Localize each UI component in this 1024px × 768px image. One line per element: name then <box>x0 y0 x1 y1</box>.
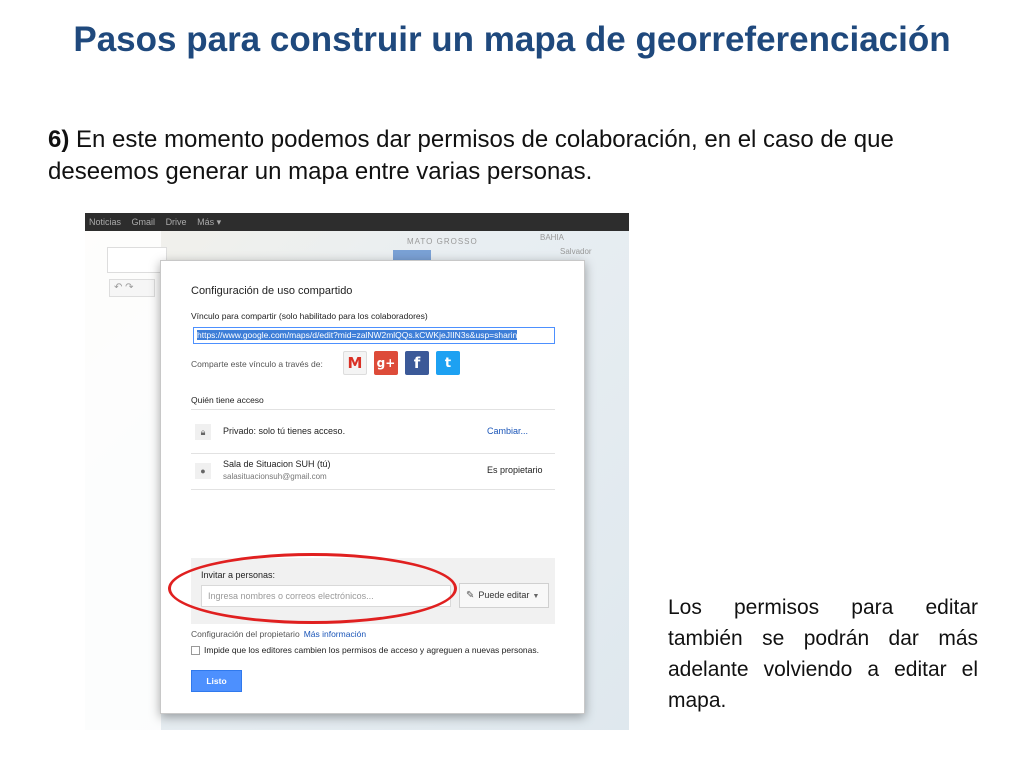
owner-restriction-checkbox[interactable] <box>191 645 200 655</box>
undo-redo-controls[interactable]: ↶ ↷ <box>109 279 155 297</box>
step-instruction: 6) En este momento podemos dar permisos … <box>48 124 978 188</box>
google-top-bar: Noticias Gmail Drive Más ▾ <box>85 213 629 231</box>
owner-role: Es propietario <box>487 465 543 475</box>
share-icons-group: M g+ f t <box>343 351 460 375</box>
access-row-owner: ● Sala de Situacion SUH (tú) salasituaci… <box>191 457 555 493</box>
slide-title: Pasos para construir un mapa de georrefe… <box>73 20 951 59</box>
pencil-icon: ✎ <box>466 590 475 601</box>
owner-email: salasituacionsuh@gmail.com <box>223 472 327 481</box>
access-row-private: 🔒︎ Privado: solo tú tienes acceso. Cambi… <box>191 413 555 449</box>
access-row-text: Privado: solo tú tienes acceso. <box>223 426 346 436</box>
sharing-settings-dialog: Configuración de uso compartido Vínculo … <box>160 260 585 714</box>
facebook-icon[interactable]: f <box>405 351 429 375</box>
map-city-label: Salvador <box>560 247 592 256</box>
step-description: En este momento podemos dar permisos de … <box>48 126 894 185</box>
topbar-item-gmail[interactable]: Gmail <box>132 217 156 227</box>
gmail-icon[interactable]: M <box>343 351 367 375</box>
owner-name: Sala de Situacion SUH (tú) <box>223 459 331 469</box>
highlight-oval <box>168 553 457 624</box>
share-link-value: https://www.google.com/maps/d/edit?mid=z… <box>197 330 518 340</box>
topbar-item-drive[interactable]: Drive <box>166 217 187 227</box>
divider <box>191 453 555 454</box>
map-side-panel <box>85 231 161 730</box>
share-link-label: Vínculo para compartir (solo habilitado … <box>191 311 428 321</box>
share-link-field[interactable]: https://www.google.com/maps/d/edit?mid=z… <box>193 327 555 344</box>
map-search-box[interactable] <box>107 247 167 273</box>
map-region-label: BAHIA <box>540 233 565 242</box>
divider <box>191 409 555 410</box>
permission-dropdown-label: Puede editar <box>478 590 530 600</box>
chevron-down-icon: ▼ <box>532 593 540 600</box>
more-info-link[interactable]: Más información <box>304 629 366 639</box>
topbar-item-news[interactable]: Noticias <box>89 217 121 227</box>
owner-restriction-label: Impide que los editores cambien los perm… <box>204 645 539 655</box>
owner-restriction-option[interactable]: Impide que los editores cambien los perm… <box>191 645 539 655</box>
divider <box>191 489 555 490</box>
topbar-item-more[interactable]: Más ▾ <box>197 217 221 227</box>
permission-dropdown[interactable]: ✎ Puede editar ▼ <box>459 583 549 608</box>
access-section-label: Quién tiene acceso <box>191 395 264 405</box>
owner-settings: Configuración del propietario Más informa… <box>191 629 366 639</box>
person-icon: ● <box>195 463 211 479</box>
google-plus-icon[interactable]: g+ <box>374 351 398 375</box>
share-via-label: Comparte este vínculo a través de: <box>191 359 323 369</box>
twitter-icon[interactable]: t <box>436 351 460 375</box>
dialog-title: Configuración de uso compartido <box>191 285 353 297</box>
step-number: 6) <box>48 126 70 153</box>
done-button[interactable]: Listo <box>191 670 242 692</box>
owner-settings-label: Configuración del propietario <box>191 629 300 639</box>
change-access-link[interactable]: Cambiar... <box>487 426 528 436</box>
lock-icon: 🔒︎ <box>195 424 211 440</box>
side-note: Los permisos para editar también se podr… <box>668 596 978 712</box>
map-region-label: MATO GROSSO <box>407 237 478 246</box>
